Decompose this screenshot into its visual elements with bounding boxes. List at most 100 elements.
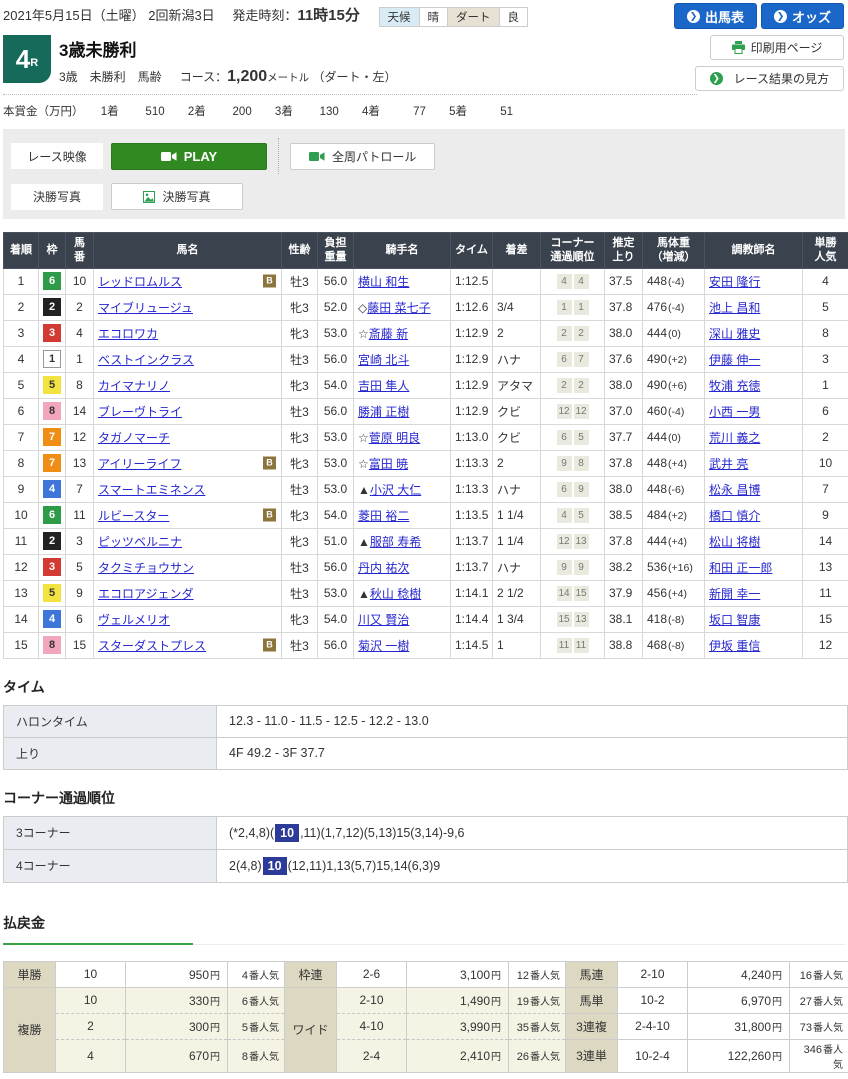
odds-button[interactable]: ❯オッズ	[761, 3, 844, 29]
print-page-button[interactable]: 印刷用ページ	[710, 35, 844, 60]
horse-name-link[interactable]: タガノマーチ	[98, 431, 170, 445]
horse-name-link[interactable]: レッドロムルス	[98, 275, 182, 289]
last3f-cell: 38.1	[605, 606, 643, 632]
result-guide-button[interactable]: ❯ レース結果の見方	[695, 66, 844, 91]
divider	[278, 138, 279, 174]
jockey-link[interactable]: 秋山 稔樹	[370, 587, 421, 601]
jockey-link[interactable]: 丹内 祐次	[358, 561, 409, 575]
horse-name-link[interactable]: ブレーヴトライ	[98, 405, 182, 419]
horse-name-link[interactable]: スマートエミネンス	[98, 483, 205, 497]
bet-type-cell: 3連単	[566, 1039, 618, 1072]
time-cell: 1:12.9	[451, 372, 493, 398]
popularity-cell: 9	[803, 502, 848, 528]
trainer-link[interactable]: 荒川 義之	[709, 431, 760, 445]
frame-badge: 7	[43, 428, 61, 446]
jockey-link[interactable]: 勝浦 正樹	[358, 405, 409, 419]
course-unit: メートル	[267, 72, 309, 84]
trainer-link[interactable]: 武井 亮	[709, 457, 748, 471]
track-value: 良	[499, 7, 529, 27]
trainer-link[interactable]: 坂口 智康	[709, 613, 760, 627]
frame-badge: 5	[43, 584, 61, 602]
weight-cell: 53.0	[318, 476, 354, 502]
corner-position: 9	[557, 456, 572, 471]
horse-name-link[interactable]: スターダストプレス	[98, 639, 206, 653]
prize-money-row: 本賞金（万円） 1着510 2着200 3着130 4着77 5着51	[3, 95, 845, 129]
race-result-page: ❯出馬表 ❯オッズ 印刷用ページ ❯ レース結果の見方 2021年5月15日（土…	[0, 0, 848, 1079]
corner-order-cell: 1415	[541, 580, 605, 606]
trainer-link[interactable]: 牧浦 充徳	[709, 379, 760, 393]
corner-order-cell: 1111	[541, 632, 605, 658]
jockey-cell: 宮崎 北斗	[354, 346, 451, 372]
bet-combination-cell: 2-10	[618, 961, 688, 987]
horse-number-cell: 2	[66, 294, 94, 320]
body-weight-cell: 444(+4)	[643, 528, 705, 554]
jockey-link[interactable]: 菱田 裕二	[358, 509, 409, 523]
body-weight-cell: 448(-4)	[643, 268, 705, 294]
horse-number-cell: 3	[66, 528, 94, 554]
trainer-link[interactable]: 松山 将樹	[709, 535, 760, 549]
sex-age-cell: 牝3	[282, 294, 318, 320]
finish-photo-button[interactable]: 決勝写真	[111, 183, 243, 210]
bet-combination-cell: 2-4	[337, 1039, 407, 1072]
trainer-link[interactable]: 伊坂 重信	[709, 639, 760, 653]
place-cell: 6	[4, 398, 39, 424]
jockey-link[interactable]: 斎藤 新	[369, 327, 408, 341]
horse-name-link[interactable]: ヴェルメリオ	[98, 613, 170, 627]
trainer-link[interactable]: 伊藤 伸一	[709, 353, 760, 367]
jockey-link[interactable]: 横山 和生	[358, 275, 409, 289]
table-row: 7712タガノマーチ牝353.0☆菅原 明良1:13.0クビ6537.7444(…	[4, 424, 848, 450]
sex-age-cell: 牡3	[282, 580, 318, 606]
patrol-video-button[interactable]: 全周パトロール	[290, 143, 435, 170]
horse-name-link[interactable]: タクミチョウサン	[98, 561, 194, 575]
horse-name-link[interactable]: ピッツベルニナ	[98, 535, 182, 549]
horse-name-link[interactable]: アイリーライフ	[98, 457, 181, 471]
arrow-circle-icon: ❯	[774, 10, 787, 23]
jockey-link[interactable]: 菊沢 一樹	[358, 639, 409, 653]
jockey-link[interactable]: 川又 賢治	[358, 613, 409, 627]
jockey-link[interactable]: 小沢 大仁	[370, 483, 421, 497]
horse-name-link[interactable]: エコロワカ	[98, 327, 158, 341]
play-button[interactable]: PLAY	[111, 143, 267, 170]
prize-item: 1着510	[101, 106, 185, 118]
place-cell: 8	[4, 450, 39, 476]
trainer-link[interactable]: 池上 昌和	[709, 301, 760, 315]
horse-number-cell: 15	[66, 632, 94, 658]
trainer-link[interactable]: 松永 昌博	[709, 483, 760, 497]
jockey-link[interactable]: 菅原 明良	[369, 431, 420, 445]
jockey-link[interactable]: 藤田 菜七子	[367, 301, 430, 315]
horse-name-link[interactable]: エコロアジェンダ	[98, 587, 194, 601]
horse-name-link[interactable]: カイマナリノ	[98, 379, 170, 393]
trainer-link[interactable]: 和田 正一郎	[709, 561, 772, 575]
weight-cell: 54.0	[318, 606, 354, 632]
jockey-link[interactable]: 服部 寿希	[370, 535, 421, 549]
corner-position: 13	[574, 534, 589, 549]
bet-type-cell: 3連複	[566, 1013, 618, 1039]
last3f-cell: 38.0	[605, 372, 643, 398]
corner-order-cell: 65	[541, 424, 605, 450]
camera-icon	[161, 151, 177, 162]
popularity-cell: 2	[803, 424, 848, 450]
trainer-link[interactable]: 小西 一男	[709, 405, 760, 419]
payout-amount-cell: 122,260円	[688, 1039, 790, 1072]
sex-age-cell: 牝3	[282, 424, 318, 450]
body-weight-cell: 468(-8)	[643, 632, 705, 658]
horse-name-link[interactable]: マイブリュージュ	[98, 301, 193, 315]
entry-table-button[interactable]: ❯出馬表	[674, 3, 757, 29]
popularity-cell: 10	[803, 450, 848, 476]
horse-name-cell: アイリーライフB	[94, 450, 282, 476]
corner-position: 4	[574, 274, 589, 289]
body-weight-diff: (+6)	[668, 380, 687, 392]
jockey-link[interactable]: 富田 暁	[369, 457, 408, 471]
trainer-link[interactable]: 橋口 慎介	[709, 509, 760, 523]
jockey-link[interactable]: 宮崎 北斗	[358, 353, 409, 367]
trainer-link[interactable]: 安田 隆行	[709, 275, 760, 289]
trainer-link[interactable]: 新開 幸一	[709, 587, 760, 601]
race-video-label: レース映像	[11, 143, 103, 169]
horse-name-link[interactable]: ルビースター	[98, 509, 169, 523]
frame-badge: 5	[43, 376, 61, 394]
jockey-link[interactable]: 吉田 隼人	[358, 379, 409, 393]
bet-combination-cell: 2	[56, 1013, 126, 1039]
horse-name-link[interactable]: ベストインクラス	[98, 353, 194, 367]
trainer-link[interactable]: 深山 雅史	[709, 327, 760, 341]
race-number: 4	[16, 44, 30, 75]
